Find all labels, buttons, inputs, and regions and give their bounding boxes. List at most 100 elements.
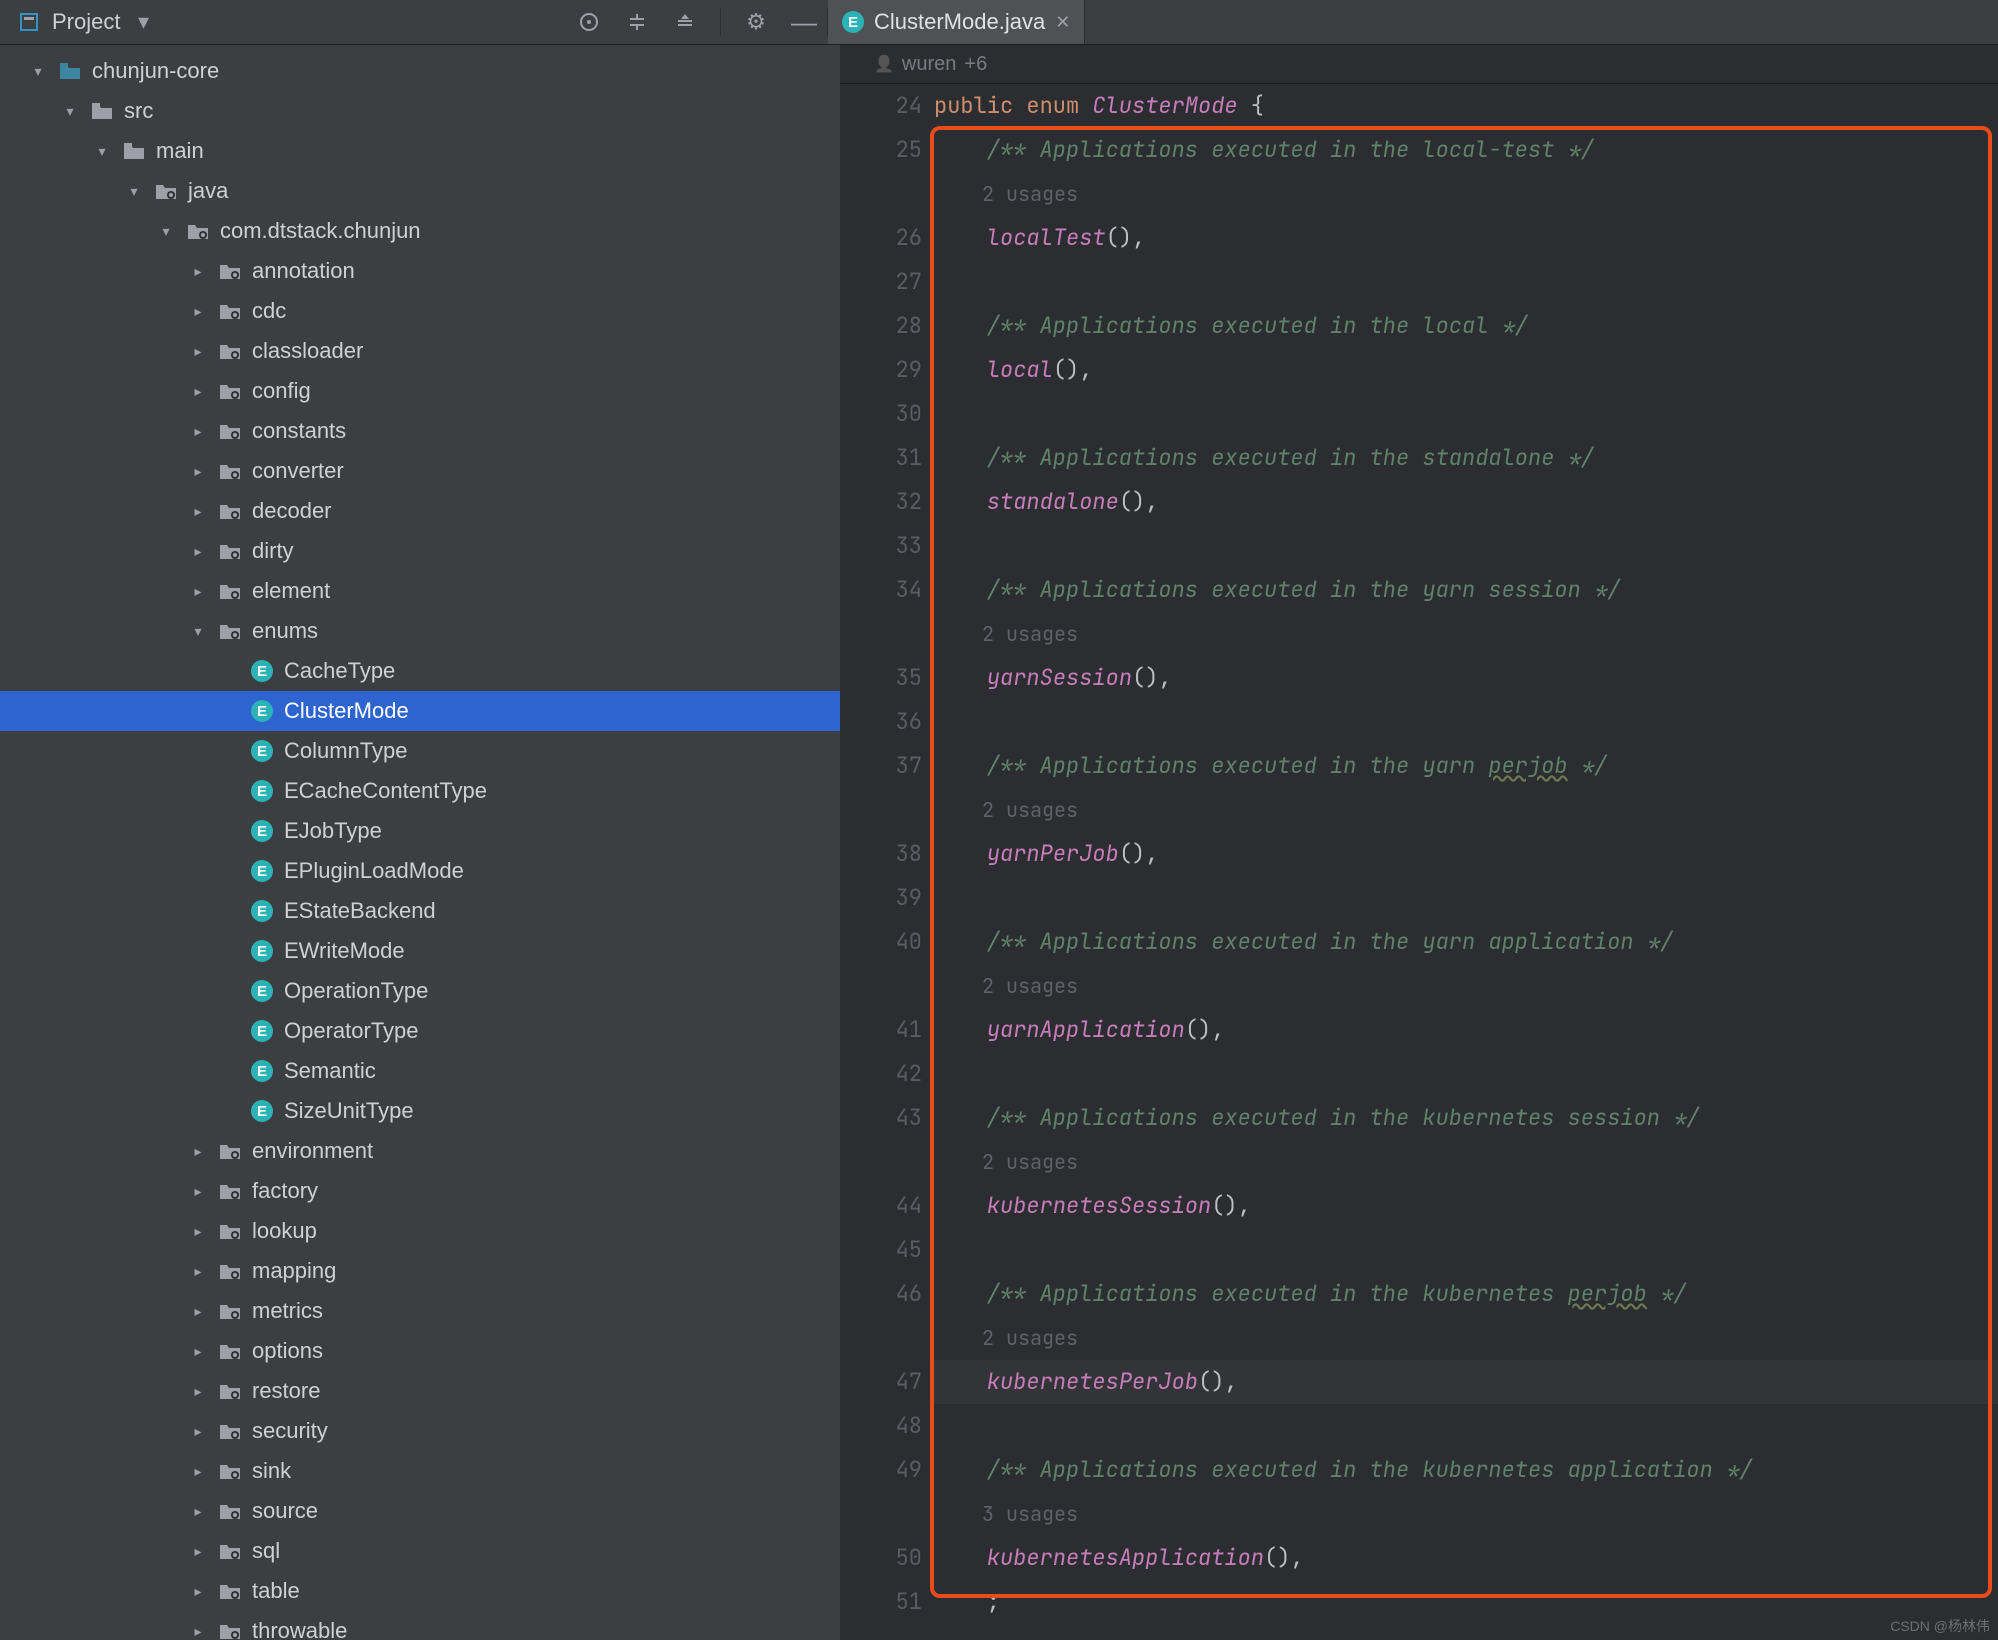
pkg-icon — [218, 1142, 242, 1160]
tree-item-ewritemode[interactable]: EEWriteMode — [0, 931, 840, 971]
tree-item-estatebackend[interactable]: EEStateBackend — [0, 891, 840, 931]
tree-item-ejobtype[interactable]: EEJobType — [0, 811, 840, 851]
enum-icon: E — [250, 820, 274, 842]
tree-item-sizeunittype[interactable]: ESizeUnitType — [0, 1091, 840, 1131]
expand-arrow-icon[interactable] — [188, 423, 208, 440]
expand-arrow-icon[interactable] — [124, 183, 144, 200]
tree-item-src[interactable]: src — [0, 91, 840, 131]
project-dropdown-icon[interactable]: ▾ — [130, 9, 156, 35]
expand-arrow-icon[interactable] — [188, 1463, 208, 1480]
tree-item-label: OperatorType — [284, 1018, 419, 1044]
tree-item-label: throwable — [252, 1618, 347, 1640]
tree-item-epluginloadmode[interactable]: EEPluginLoadMode — [0, 851, 840, 891]
code-lines[interactable]: public enum ClusterMode { /** Applicatio… — [934, 84, 1998, 1640]
tree-item-operationtype[interactable]: EOperationType — [0, 971, 840, 1011]
code-area[interactable]: 2425262728293031323334353637383940414243… — [840, 84, 1998, 1640]
expand-arrow-icon[interactable] — [60, 103, 80, 120]
expand-arrow-icon[interactable] — [188, 343, 208, 360]
expand-arrow-icon[interactable] — [28, 63, 48, 80]
tree-item-classloader[interactable]: classloader — [0, 331, 840, 371]
expand-arrow-icon[interactable] — [188, 1543, 208, 1560]
tree-item-mapping[interactable]: mapping — [0, 1251, 840, 1291]
tree-item-factory[interactable]: factory — [0, 1171, 840, 1211]
tree-item-element[interactable]: element — [0, 571, 840, 611]
pkg-icon — [218, 582, 242, 600]
project-tool-icon[interactable] — [16, 9, 42, 35]
expand-arrow-icon[interactable] — [188, 1503, 208, 1520]
tree-item-chunjun-core[interactable]: chunjun-core — [0, 51, 840, 91]
tree-item-dirty[interactable]: dirty — [0, 531, 840, 571]
tree-item-metrics[interactable]: metrics — [0, 1291, 840, 1331]
author-name: wuren — [902, 53, 956, 76]
enum-icon: E — [250, 940, 274, 962]
collapse-all-icon[interactable] — [672, 9, 698, 35]
line-number: 36 — [840, 700, 922, 744]
tree-item-ecachecontenttype[interactable]: EECacheContentType — [0, 771, 840, 811]
expand-arrow-icon[interactable] — [188, 1143, 208, 1160]
tree-item-security[interactable]: security — [0, 1411, 840, 1451]
expand-arrow-icon[interactable] — [188, 1343, 208, 1360]
tree-item-label: Semantic — [284, 1058, 376, 1084]
expand-arrow-icon[interactable] — [188, 503, 208, 520]
module-icon — [58, 62, 82, 80]
tree-item-cachetype[interactable]: ECacheType — [0, 651, 840, 691]
tree-item-sink[interactable]: sink — [0, 1451, 840, 1491]
expand-arrow-icon[interactable] — [188, 303, 208, 320]
tree-item-cdc[interactable]: cdc — [0, 291, 840, 331]
expand-arrow-icon[interactable] — [188, 1263, 208, 1280]
close-tab-icon[interactable]: ✕ — [1055, 12, 1070, 33]
tree-item-main[interactable]: main — [0, 131, 840, 171]
expand-arrow-icon[interactable] — [188, 1183, 208, 1200]
select-open-file-icon[interactable] — [576, 9, 602, 35]
tree-item-constants[interactable]: constants — [0, 411, 840, 451]
expand-arrow-icon[interactable] — [92, 143, 112, 160]
tree-item-source[interactable]: source — [0, 1491, 840, 1531]
tree-item-semantic[interactable]: E Semantic — [0, 1051, 840, 1091]
expand-arrow-icon[interactable] — [188, 1623, 208, 1640]
tree-item-config[interactable]: config — [0, 371, 840, 411]
tree-item-enums[interactable]: enums — [0, 611, 840, 651]
tree-item-table[interactable]: table — [0, 1571, 840, 1611]
tree-item-annotation[interactable]: annotation — [0, 251, 840, 291]
enum-icon: E — [250, 980, 274, 1002]
expand-arrow-icon[interactable] — [188, 463, 208, 480]
tree-item-clustermode[interactable]: EClusterMode — [0, 691, 840, 731]
main-split: chunjun-coresrcmainjavacom.dtstack.chunj… — [0, 45, 1998, 1640]
tree-item-throwable[interactable]: throwable — [0, 1611, 840, 1640]
hide-tool-icon[interactable]: — — [791, 9, 817, 35]
enum-icon: E — [250, 1060, 274, 1082]
tree-item-label: element — [252, 578, 330, 604]
expand-arrow-icon[interactable] — [188, 543, 208, 560]
author-inlay-bar[interactable]: 👤 wuren +6 — [840, 45, 1998, 84]
line-number: 25 — [840, 128, 922, 172]
tree-item-decoder[interactable]: decoder — [0, 491, 840, 531]
expand-all-icon[interactable] — [624, 9, 650, 35]
tree-item-environment[interactable]: environment — [0, 1131, 840, 1171]
folder-icon — [122, 142, 146, 160]
tree-item-operatortype[interactable]: EOperatorType — [0, 1011, 840, 1051]
expand-arrow-icon[interactable] — [188, 1383, 208, 1400]
tree-item-sql[interactable]: sql — [0, 1531, 840, 1571]
editor-tab-clustermode[interactable]: E ClusterMode.java ✕ — [828, 0, 1085, 44]
tree-item-com-dtstack-chunjun[interactable]: com.dtstack.chunjun — [0, 211, 840, 251]
expand-arrow-icon[interactable] — [188, 1423, 208, 1440]
tree-item-options[interactable]: options — [0, 1331, 840, 1371]
tree-item-lookup[interactable]: lookup — [0, 1211, 840, 1251]
expand-arrow-icon[interactable] — [188, 263, 208, 280]
expand-arrow-icon[interactable] — [156, 223, 176, 240]
expand-arrow-icon[interactable] — [188, 1223, 208, 1240]
expand-arrow-icon[interactable] — [188, 383, 208, 400]
tree-item-columntype[interactable]: EColumnType — [0, 731, 840, 771]
settings-icon[interactable]: ⚙ — [743, 9, 769, 35]
project-tree[interactable]: chunjun-coresrcmainjavacom.dtstack.chunj… — [0, 45, 840, 1640]
tree-item-java[interactable]: java — [0, 171, 840, 211]
line-number: 39 — [840, 876, 922, 920]
expand-arrow-icon[interactable] — [188, 1303, 208, 1320]
expand-arrow-icon[interactable] — [188, 583, 208, 600]
tree-item-label: decoder — [252, 498, 332, 524]
top-toolbar: Project ▾ ⚙ — E ClusterMode.java ✕ — [0, 0, 1998, 45]
tree-item-converter[interactable]: converter — [0, 451, 840, 491]
tree-item-restore[interactable]: restore — [0, 1371, 840, 1411]
expand-arrow-icon[interactable] — [188, 1583, 208, 1600]
expand-arrow-icon[interactable] — [188, 623, 208, 640]
